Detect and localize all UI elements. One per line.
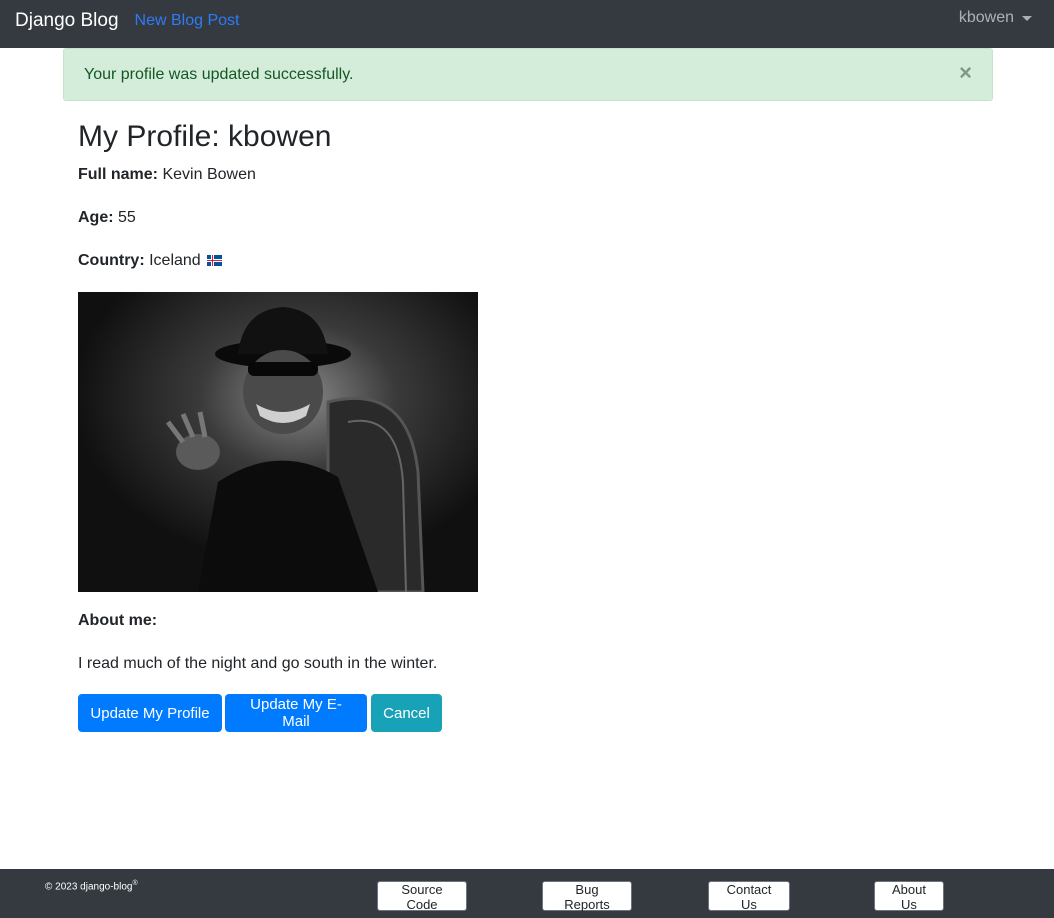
iceland-flag-icon — [207, 255, 223, 266]
age-row: Age: 55 — [78, 209, 136, 227]
footer: © 2023 django-blog® Source Code Bug Repo… — [0, 869, 1054, 918]
cancel-button[interactable]: Cancel — [371, 694, 442, 732]
full-name-value: Kevin Bowen — [162, 166, 256, 183]
source-code-button[interactable]: Source Code — [377, 881, 467, 912]
about-label-row: About me: — [78, 612, 157, 630]
about-label: About me: — [78, 612, 158, 629]
age-value: 55 — [118, 209, 136, 226]
close-icon[interactable]: × — [959, 62, 972, 84]
country-row: Country: Iceland — [78, 252, 223, 270]
profile-content: My Profile: kbowen Full name: Kevin Bowe… — [78, 116, 978, 732]
new-blog-post-link[interactable]: New Blog Post — [135, 12, 240, 30]
age-label: Age: — [78, 209, 114, 226]
page-title: My Profile: kbowen — [78, 120, 332, 153]
chevron-down-icon — [1022, 15, 1032, 21]
navbar: Django Blog New Blog Post kbowen — [0, 0, 1054, 48]
registered-mark: ® — [132, 880, 138, 887]
copyright-text: © 2023 django-blog — [45, 881, 133, 893]
update-email-button[interactable]: Update My E-Mail — [225, 694, 367, 732]
brand-link[interactable]: Django Blog — [15, 10, 119, 32]
profile-photo — [78, 292, 478, 592]
alert-message: Your profile was updated successfully. — [84, 65, 354, 83]
bug-reports-button[interactable]: Bug Reports — [542, 881, 632, 912]
success-alert: Your profile was updated successfully. × — [63, 48, 993, 101]
about-us-button[interactable]: About Us — [874, 881, 944, 912]
full-name-label: Full name: — [78, 166, 159, 183]
user-menu-label: kbowen — [958, 9, 1014, 26]
country-value: Iceland — [149, 252, 201, 269]
country-label: Country: — [78, 252, 145, 269]
about-text: I read much of the night and go south in… — [78, 655, 438, 672]
contact-us-button[interactable]: Contact Us — [708, 881, 790, 912]
copyright: © 2023 django-blog® — [45, 880, 138, 892]
full-name-row: Full name: Kevin Bowen — [78, 166, 256, 184]
user-menu-dropdown[interactable]: kbowen — [959, 9, 1032, 27]
update-profile-button[interactable]: Update My Profile — [78, 694, 222, 732]
